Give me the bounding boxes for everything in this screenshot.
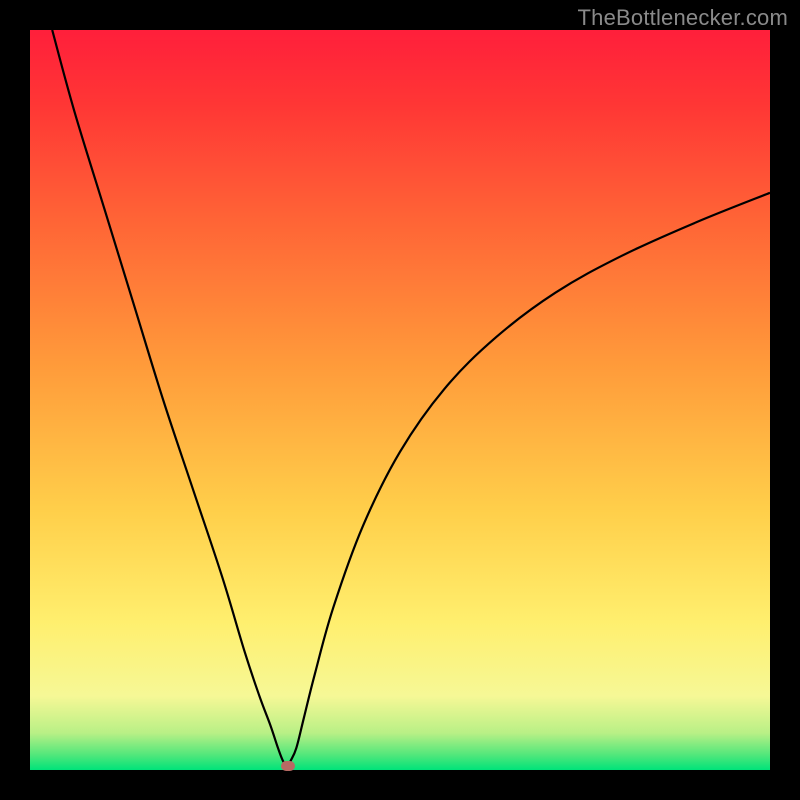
chart-svg xyxy=(30,30,770,770)
chart-frame xyxy=(30,30,770,770)
gradient-background xyxy=(30,30,770,770)
optimum-marker xyxy=(281,761,295,771)
watermark-text: TheBottlenecker.com xyxy=(578,5,788,31)
